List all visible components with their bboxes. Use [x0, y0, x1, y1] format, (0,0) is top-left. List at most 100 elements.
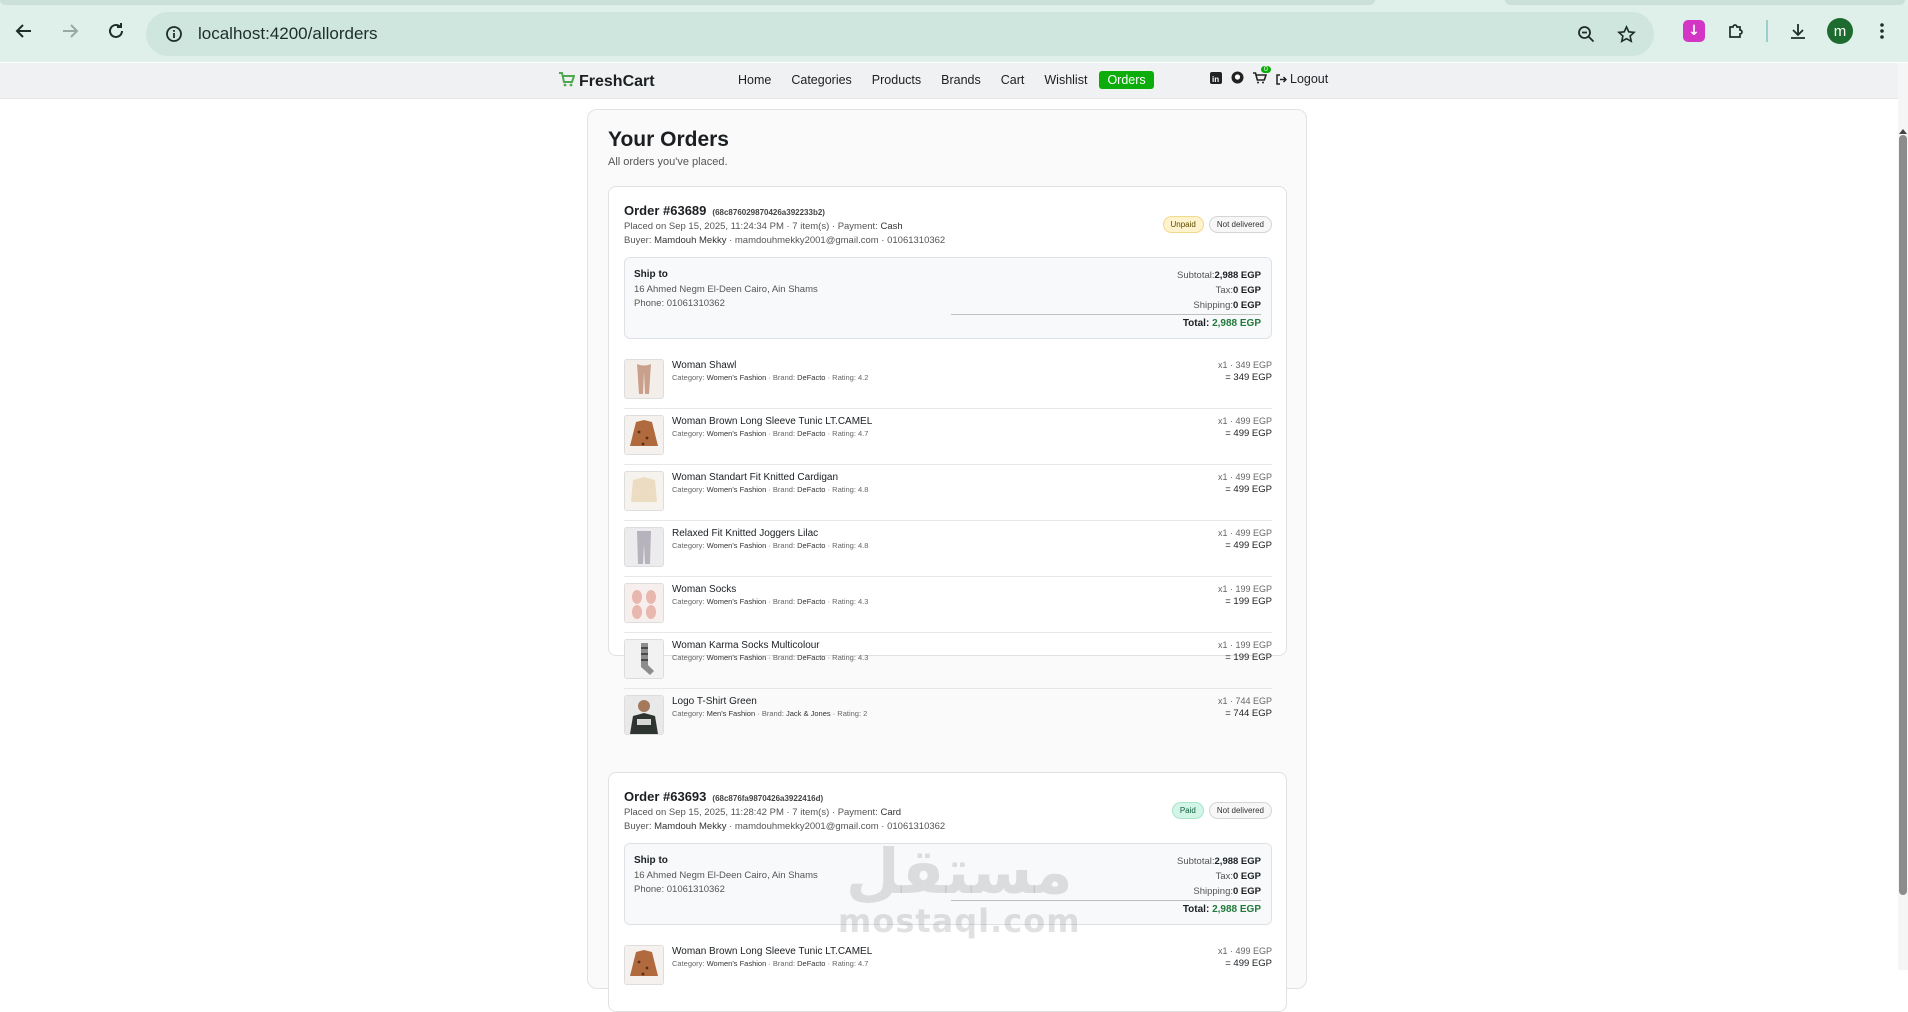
product-name[interactable]: Woman Socks	[672, 584, 736, 595]
nav-wishlist[interactable]: Wishlist	[1036, 71, 1095, 89]
rating-label: · Rating:	[825, 373, 858, 382]
list-item: Relaxed Fit Knitted Joggers Lilac Catego…	[624, 521, 1272, 577]
product-thumbnail[interactable]	[624, 695, 664, 735]
download-extension-icon[interactable]: ↓	[1676, 13, 1712, 49]
downloads-icon[interactable]	[1780, 13, 1816, 49]
svg-text:in: in	[1212, 75, 1219, 84]
product-category: Women's Fashion	[706, 541, 767, 550]
total-label: Total:	[1182, 904, 1213, 915]
forward-arrow-icon	[63, 24, 79, 38]
subtotal-label: Subtotal:	[1177, 270, 1215, 281]
nav-cart[interactable]: Cart	[993, 71, 1033, 89]
logout-link[interactable]: Logout	[1276, 72, 1328, 86]
back-arrow-icon	[15, 24, 31, 38]
profile-avatar[interactable]: m	[1822, 13, 1858, 49]
product-meta: Category: Women's Fashion · Brand: DeFac…	[672, 373, 868, 382]
reload-icon	[109, 23, 123, 38]
list-item: Woman Brown Long Sleeve Tunic LT.CAMEL C…	[624, 409, 1272, 465]
page-scrollbar[interactable]	[1898, 63, 1908, 970]
item-qty-price: x1 · 199 EGP	[1217, 640, 1272, 650]
product-category: Women's Fashion	[706, 653, 767, 662]
item-qty-price: x1 · 199 EGP	[1217, 584, 1272, 594]
product-thumbnail[interactable]	[624, 527, 664, 567]
product-category: Women's Fashion	[706, 429, 767, 438]
nav-brands[interactable]: Brands	[933, 71, 989, 89]
ship-to-label: Ship to	[634, 855, 668, 866]
product-category: Men's Fashion	[706, 709, 756, 718]
nav-products[interactable]: Products	[864, 71, 929, 89]
order-id: (68c876029870426a392233b2)	[712, 208, 825, 217]
reload-button[interactable]	[96, 11, 136, 51]
brand-logo[interactable]: FreshCart	[558, 72, 655, 92]
address-bar[interactable]: localhost:4200/allorders	[146, 12, 1654, 56]
product-rating: 4.8	[858, 541, 869, 550]
list-item: Woman Shawl Category: Women's Fashion · …	[624, 353, 1272, 409]
product-name[interactable]: Woman Brown Long Sleeve Tunic LT.CAMEL	[672, 946, 872, 957]
product-rating: 4.3	[858, 597, 869, 606]
scroll-up-arrow[interactable]	[1899, 129, 1907, 134]
nav-orders[interactable]: Orders	[1099, 71, 1154, 89]
item-qty-price: x1 · 499 EGP	[1217, 416, 1272, 426]
category-label: Category:	[672, 959, 707, 968]
category-label: Category:	[672, 709, 707, 718]
site-info-icon[interactable]	[156, 16, 192, 52]
product-name[interactable]: Woman Standart Fit Knitted Cardigan	[672, 472, 838, 483]
delivery-status-badge: Not delivered	[1208, 216, 1272, 233]
ship-address: 16 Ahmed Negm El-Deen Cairo, Ain Shams	[634, 284, 818, 295]
ship-address: 16 Ahmed Negm El-Deen Cairo, Ain Shams	[634, 870, 818, 881]
product-rating: 4.2	[858, 373, 869, 382]
cart-icon[interactable]: 0	[1253, 65, 1271, 87]
product-brand: DeFacto	[797, 959, 826, 968]
brand-label: · Brand:	[766, 959, 798, 968]
product-category: Women's Fashion	[706, 597, 767, 606]
order-totals: Subtotal:2,988 EGP Tax:0 EGP Shipping:0 …	[1177, 268, 1261, 313]
product-category: Women's Fashion	[706, 485, 767, 494]
cart-logo-icon	[558, 72, 576, 92]
order-payment-method: Card	[880, 807, 902, 818]
buyer-label: Buyer:	[624, 821, 655, 832]
product-name[interactable]: Logo T-Shirt Green	[672, 696, 757, 707]
order-total: Total: 2,988 EGP	[1183, 904, 1261, 915]
browser-menu-icon[interactable]	[1864, 13, 1900, 49]
logout-label: Logout	[1290, 72, 1329, 86]
product-thumbnail[interactable]	[624, 583, 664, 623]
product-name[interactable]: Relaxed Fit Knitted Joggers Lilac	[672, 528, 818, 539]
delivery-status-badge: Not delivered	[1208, 802, 1272, 819]
product-thumbnail[interactable]	[624, 471, 664, 511]
order-number: Order #63689	[624, 203, 707, 218]
rating-label: · Rating:	[825, 429, 858, 438]
product-thumbnail[interactable]	[624, 359, 664, 399]
product-category: Women's Fashion	[706, 959, 767, 968]
bookmark-star-icon[interactable]	[1608, 16, 1644, 52]
product-thumbnail[interactable]	[624, 945, 664, 985]
linkedin-icon[interactable]: in	[1210, 71, 1222, 87]
product-name[interactable]: Woman Brown Long Sleeve Tunic LT.CAMEL	[672, 416, 872, 427]
product-rating: 4.7	[858, 959, 869, 968]
extensions-puzzle-icon[interactable]	[1718, 13, 1754, 49]
nav-home[interactable]: Home	[730, 71, 779, 89]
list-item: Woman Standart Fit Knitted Cardigan Cate…	[624, 465, 1272, 521]
order-title: Order #63689 (68c876029870426a392233b2)	[624, 203, 825, 218]
github-icon[interactable]	[1231, 71, 1244, 87]
back-button[interactable]	[4, 11, 44, 51]
product-thumbnail[interactable]	[624, 415, 664, 455]
product-meta: Category: Women's Fashion · Brand: DeFac…	[672, 485, 868, 494]
item-subtotal: = 499 EGP	[1225, 540, 1272, 551]
product-name[interactable]: Woman Shawl	[672, 360, 736, 371]
scroll-thumb[interactable]	[1899, 135, 1907, 895]
item-qty-price: x1 · 499 EGP	[1217, 946, 1272, 956]
product-rating: 4.3	[858, 653, 869, 662]
product-name[interactable]: Woman Karma Socks Multicolour	[672, 640, 820, 651]
product-meta: Category: Women's Fashion · Brand: DeFac…	[672, 597, 868, 606]
shipping-label: Shipping:	[1193, 886, 1233, 897]
item-subtotal: = 499 EGP	[1225, 484, 1272, 495]
item-subtotal: = 199 EGP	[1225, 652, 1272, 663]
order-meta: Placed on Sep 15, 2025, 11:28:42 PM · 7 …	[624, 807, 901, 818]
zoom-icon[interactable]	[1568, 16, 1604, 52]
subtotal-value: 2,988 EGP	[1214, 270, 1261, 281]
brand-label: · Brand:	[766, 597, 798, 606]
forward-button[interactable]	[50, 11, 90, 51]
category-label: Category:	[672, 429, 707, 438]
product-thumbnail[interactable]	[624, 639, 664, 679]
nav-categories[interactable]: Categories	[783, 71, 859, 89]
